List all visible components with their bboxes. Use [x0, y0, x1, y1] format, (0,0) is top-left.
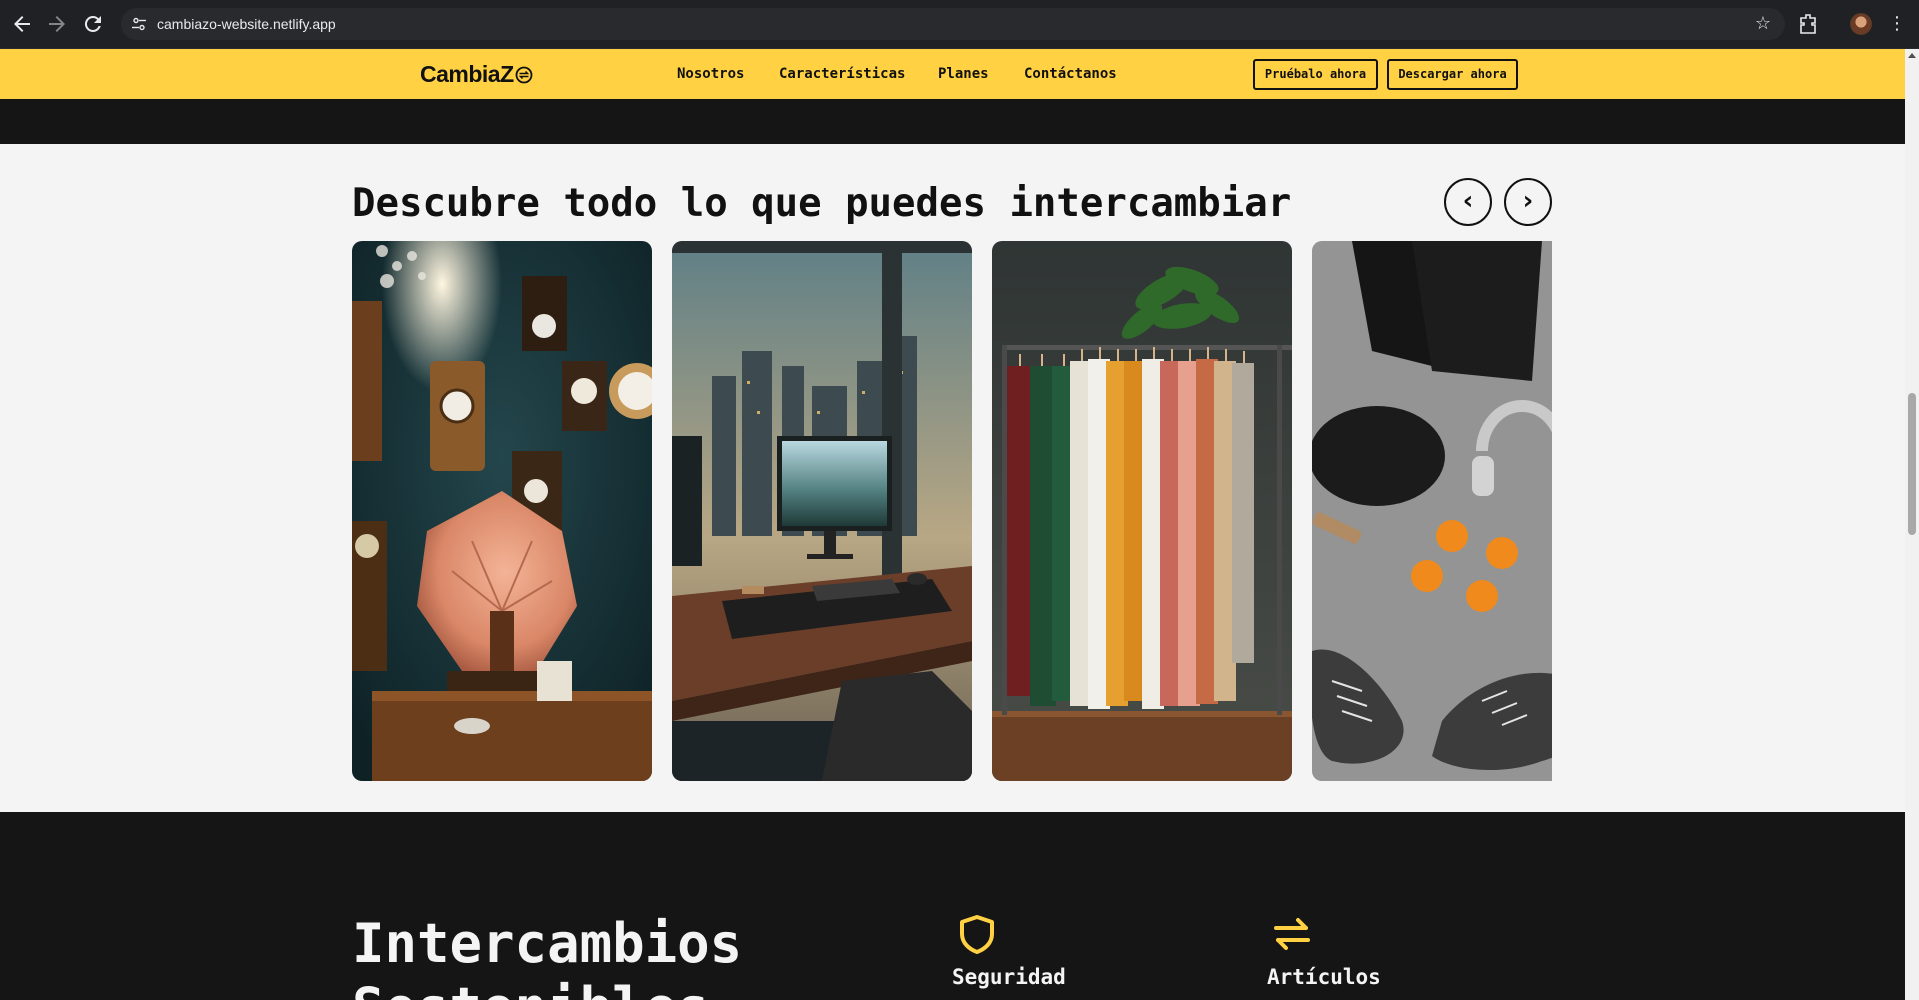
browser-menu-icon[interactable]: ⋮ [1888, 12, 1906, 36]
reload-icon [84, 15, 101, 32]
browser-toolbar: cambiazo-website.netlify.app ☆ ⋮ [0, 0, 1919, 49]
carousel-card[interactable] [992, 241, 1292, 781]
nav-contactanos[interactable]: Contáctanos [1024, 63, 1117, 85]
carousel-prev-button[interactable]: ‹ [1444, 178, 1492, 226]
antiques-image [352, 241, 652, 781]
nav-planes[interactable]: Planes [938, 63, 989, 85]
arrow-back-icon [14, 16, 30, 32]
extensions-icon[interactable] [1796, 12, 1820, 36]
features-section: Intercambios Sostenibles Seguridad Artíc… [0, 812, 1905, 1000]
page-viewport: CambiaZ Nosotros Características Planes … [0, 49, 1905, 1000]
nav-caracteristicas[interactable]: Características [779, 63, 905, 85]
download-now-button[interactable]: Descargar ahora [1387, 59, 1518, 90]
nav-nosotros[interactable]: Nosotros [677, 63, 744, 85]
url-text[interactable]: cambiazo-website.netlify.app [157, 8, 336, 40]
hero-bottom-band [0, 99, 1905, 144]
arrow-forward-icon [49, 16, 65, 32]
scroll-up-arrow-icon[interactable] [1908, 53, 1916, 58]
feature-label-articulos: Artículos [1267, 965, 1381, 989]
carousel-next-button[interactable]: › [1504, 178, 1552, 226]
reload-button[interactable] [81, 12, 105, 36]
sports-items-image [1312, 241, 1552, 781]
features-heading: Intercambios Sostenibles [352, 912, 743, 1000]
page-scrollbar[interactable] [1905, 49, 1919, 1000]
try-now-button[interactable]: Pruébalo ahora [1253, 59, 1378, 90]
carousel-track [352, 241, 1552, 781]
site-info-icon[interactable] [131, 16, 147, 32]
carousel-card[interactable] [1312, 241, 1552, 781]
scrollbar-thumb[interactable] [1908, 393, 1916, 535]
desk-city-image [672, 241, 972, 781]
clothing-rack-image [992, 241, 1292, 781]
back-button[interactable] [10, 12, 34, 36]
feature-label-seguridad: Seguridad [952, 965, 1066, 989]
logo-text: CambiaZ [420, 61, 514, 87]
carousel-card[interactable] [352, 241, 652, 781]
bookmark-star-icon[interactable]: ☆ [1753, 14, 1773, 34]
shield-icon [960, 915, 994, 954]
address-bar[interactable]: cambiazo-website.netlify.app ☆ [121, 8, 1785, 40]
carousel-card[interactable] [672, 241, 972, 781]
carousel-section: Descubre todo lo que puedes intercambiar… [0, 144, 1905, 812]
profile-avatar[interactable] [1850, 13, 1872, 35]
logo-swap-icon [515, 66, 533, 84]
carousel-title: Descubre todo lo que puedes intercambiar [352, 181, 1292, 226]
swap-arrows-icon [1274, 918, 1310, 950]
logo[interactable]: CambiaZ [420, 59, 533, 89]
site-header: CambiaZ Nosotros Características Planes … [0, 49, 1905, 99]
forward-button[interactable] [45, 12, 69, 36]
